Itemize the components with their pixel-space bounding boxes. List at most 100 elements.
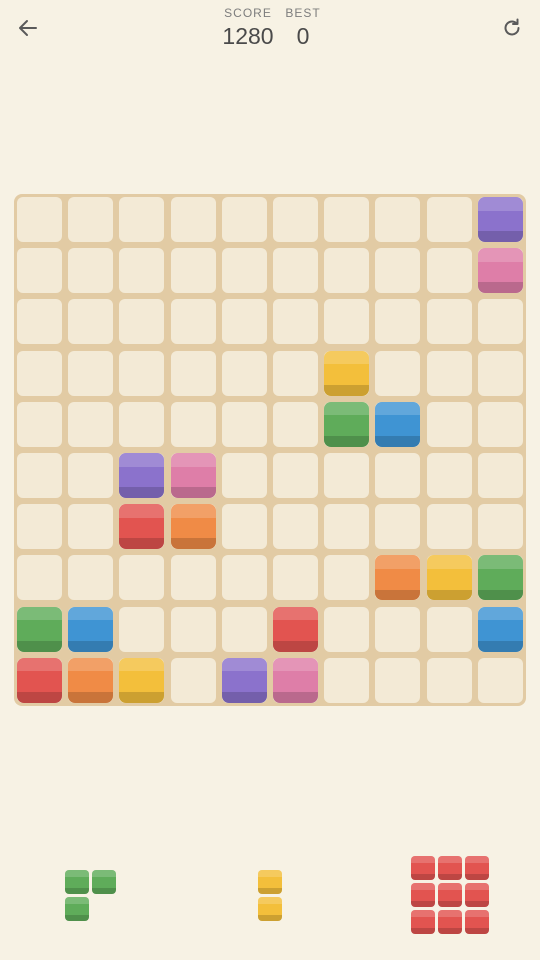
board-cell[interactable] [119,197,165,242]
board-cell[interactable] [324,248,370,294]
board-cell[interactable] [426,350,472,396]
board-cell[interactable] [324,657,370,703]
board-cell[interactable] [477,453,523,498]
board-cell[interactable] [119,401,165,447]
yellow-block [324,350,370,396]
back-button[interactable] [12,14,44,46]
board-cell[interactable] [324,606,370,652]
orange-block [68,657,114,703]
board-cell[interactable] [273,555,318,601]
board-cell[interactable] [119,248,165,294]
board-cell[interactable] [375,299,421,345]
red-block [119,504,165,550]
board-cell[interactable] [477,504,523,550]
board-cell[interactable] [170,350,216,396]
board-cell[interactable] [221,453,267,498]
board-cell[interactable] [170,555,216,601]
l-corner-piece[interactable] [64,869,116,921]
board-cell[interactable] [68,504,114,550]
board-cell[interactable] [426,606,472,652]
board-cell[interactable] [426,248,472,294]
board-cell[interactable] [477,299,523,345]
board-cell[interactable] [17,248,62,294]
board-cell[interactable] [426,504,472,550]
board-cell[interactable] [324,453,370,498]
board-cell[interactable] [375,350,421,396]
board-cell[interactable] [375,248,421,294]
board-cell[interactable] [68,197,114,242]
board-cell[interactable] [273,401,318,447]
board-cell[interactable] [426,401,472,447]
board-cell[interactable] [221,197,267,242]
board-cell[interactable] [17,555,62,601]
board-cell[interactable] [68,453,114,498]
board-cell[interactable] [68,401,114,447]
board-cell[interactable] [324,504,370,550]
board-cell[interactable] [426,657,472,703]
red-block [438,910,462,934]
board-cell[interactable] [170,606,216,652]
board-cell[interactable] [426,299,472,345]
board-cell[interactable] [375,606,421,652]
board-cell[interactable] [17,504,62,550]
board-cell[interactable] [375,197,421,242]
board-cell[interactable] [170,248,216,294]
arrow-left-icon [17,17,39,44]
board-cell[interactable] [119,555,165,601]
board-cell[interactable] [273,350,318,396]
vertical-domino-piece[interactable] [258,869,282,921]
board-cell[interactable] [273,197,318,242]
board-cell[interactable] [477,657,523,703]
board-cell[interactable] [426,453,472,498]
board-cell[interactable] [119,350,165,396]
board-cell[interactable] [68,555,114,601]
board-cell[interactable] [324,555,370,601]
red-block [438,856,462,880]
board-cell[interactable] [68,350,114,396]
board-cell[interactable] [170,197,216,242]
restart-button[interactable] [496,14,528,46]
board-cell[interactable] [273,299,318,345]
red-block [411,883,435,907]
board-cell[interactable] [221,299,267,345]
board-cell[interactable] [17,401,62,447]
yellow-block [258,896,282,921]
board-cell[interactable] [324,299,370,345]
board-cell[interactable] [170,299,216,345]
board-cell[interactable] [119,606,165,652]
restart-icon [501,17,523,44]
board-cell[interactable] [375,657,421,703]
board-cell[interactable] [273,248,318,294]
board-cell[interactable] [426,197,472,242]
game-board[interactable] [14,194,526,706]
best-display: BEST 0 [263,6,343,50]
board-cell[interactable] [477,401,523,447]
blue-block [375,401,421,447]
board-cell[interactable] [273,504,318,550]
board-cell[interactable] [170,657,216,703]
board-cell[interactable] [68,299,114,345]
board-cell[interactable] [221,606,267,652]
red-block [17,657,62,703]
piece-tray [0,840,540,950]
board-cell[interactable] [221,401,267,447]
board-cell[interactable] [273,453,318,498]
purple-block [119,453,165,498]
square-3x3-piece[interactable] [411,856,489,934]
yellow-block [426,555,472,601]
board-cell[interactable] [17,350,62,396]
board-cell[interactable] [17,453,62,498]
board-cell[interactable] [221,504,267,550]
board-cell[interactable] [221,248,267,294]
board-cell[interactable] [221,350,267,396]
board-cell[interactable] [375,453,421,498]
board-cell[interactable] [170,401,216,447]
board-cell[interactable] [477,350,523,396]
board-cell[interactable] [221,555,267,601]
board-cell[interactable] [68,248,114,294]
board-cell[interactable] [324,197,370,242]
board-cell[interactable] [17,299,62,345]
board-cell[interactable] [17,197,62,242]
board-cell[interactable] [119,299,165,345]
board-cell[interactable] [375,504,421,550]
